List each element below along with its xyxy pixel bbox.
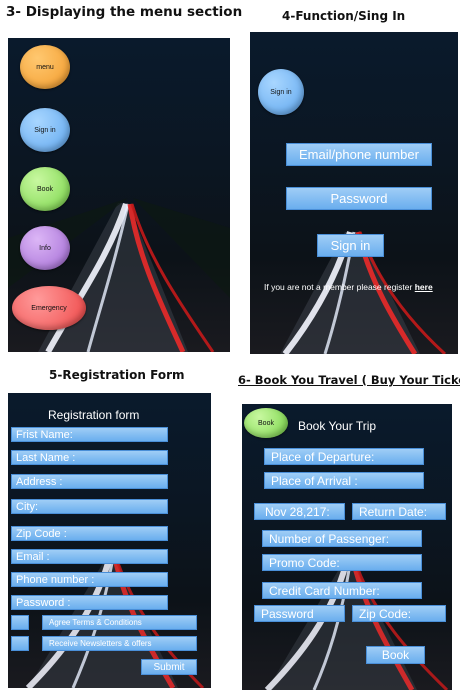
phone-number-field[interactable]: Phone number : bbox=[11, 572, 168, 587]
promo-code-label: Promo Code: bbox=[269, 555, 340, 570]
book-button[interactable]: Book bbox=[20, 167, 70, 211]
agree-terms-label[interactable]: Agree Terms & Conditions bbox=[42, 615, 197, 630]
submit-label: Submit bbox=[153, 661, 185, 673]
newsletter-checkbox[interactable] bbox=[11, 636, 29, 651]
email-field[interactable]: Email/phone number bbox=[286, 143, 432, 166]
credit-card-label: Credit Card Number: bbox=[269, 583, 380, 598]
emergency-button[interactable]: Emergency bbox=[12, 286, 86, 330]
booking-zip-label: Zip Code: bbox=[359, 606, 412, 621]
newsletter-text: Receive Newsletters & offers bbox=[49, 639, 152, 648]
caption-function-sign-in: 4-Function/Sing In bbox=[282, 9, 406, 23]
registration-panel: Registration form Frist Name: Last Name … bbox=[8, 393, 211, 688]
caption-book-travel: 6- Book You Travel ( Buy Your Ticket ) bbox=[238, 373, 460, 387]
book-submit-button[interactable]: Book bbox=[366, 646, 425, 664]
first-name-field[interactable]: Frist Name: bbox=[11, 427, 168, 442]
agree-terms-checkbox[interactable] bbox=[11, 615, 29, 630]
registration-title: Registration form bbox=[48, 408, 140, 422]
register-text: If you are not a member please register bbox=[264, 282, 413, 292]
promo-code-field[interactable]: Promo Code: bbox=[262, 554, 422, 571]
caption-menu-section: 3- Displaying the menu section bbox=[6, 4, 243, 20]
menu-button[interactable]: menu bbox=[20, 45, 70, 89]
book-submit-label: Book bbox=[381, 648, 410, 662]
arrival-label: Place of Arrival : bbox=[271, 473, 358, 488]
departure-label: Place of Departure: bbox=[271, 449, 375, 464]
departure-field[interactable]: Place of Departure: bbox=[264, 448, 424, 465]
arrival-field[interactable]: Place of Arrival : bbox=[264, 472, 424, 489]
departure-date-label: Nov 28,217: bbox=[265, 504, 330, 519]
credit-card-field[interactable]: Credit Card Number: bbox=[262, 582, 422, 599]
booking-panel: Book Book Your Trip Place of Departure: … bbox=[242, 404, 452, 690]
return-date-label: Return Date: bbox=[359, 504, 428, 519]
email-field[interactable]: Email : bbox=[11, 549, 168, 564]
register-link[interactable]: here bbox=[415, 282, 433, 292]
newsletter-label[interactable]: Receive Newsletters & offers bbox=[42, 636, 197, 651]
last-name-field[interactable]: Last Name : bbox=[11, 450, 168, 465]
booking-password-field[interactable]: Password bbox=[254, 605, 345, 622]
departure-date-field[interactable]: Nov 28,217: bbox=[254, 503, 345, 520]
zip-code-field[interactable]: Zip Code : bbox=[11, 526, 168, 541]
city-field[interactable]: City: bbox=[11, 499, 168, 514]
password-field[interactable]: Password bbox=[286, 187, 432, 210]
agree-terms-text: Agree Terms & Conditions bbox=[49, 618, 142, 627]
info-button[interactable]: Info bbox=[20, 226, 70, 270]
caption-registration-form: 5-Registration Form bbox=[49, 368, 185, 382]
sign-in-circle[interactable]: Sign in bbox=[258, 69, 304, 115]
signin-panel: Sign in Email/phone number Password Sign… bbox=[250, 32, 458, 354]
passenger-label: Number of Passenger: bbox=[269, 531, 390, 546]
book-circle-button[interactable]: Book bbox=[244, 408, 288, 438]
menu-panel: menu Sign in Book Info Emergency bbox=[8, 38, 230, 352]
email-placeholder: Email/phone number bbox=[299, 147, 419, 162]
address-field[interactable]: Address : bbox=[11, 474, 168, 489]
password-placeholder: Password bbox=[330, 191, 388, 206]
submit-button[interactable]: Submit bbox=[141, 659, 197, 675]
booking-password-label: Password bbox=[261, 606, 314, 621]
password-field[interactable]: Password : bbox=[11, 595, 168, 610]
sign-in-label: Sign in bbox=[330, 238, 371, 253]
return-date-field[interactable]: Return Date: bbox=[352, 503, 446, 520]
booking-zip-field[interactable]: Zip Code: bbox=[352, 605, 446, 622]
register-prompt: If you are not a member please register … bbox=[264, 282, 433, 292]
passenger-field[interactable]: Number of Passenger: bbox=[262, 530, 422, 547]
sign-in-button[interactable]: Sign in bbox=[20, 108, 70, 152]
booking-title: Book Your Trip bbox=[298, 419, 377, 433]
sign-in-submit-button[interactable]: Sign in bbox=[317, 234, 384, 257]
